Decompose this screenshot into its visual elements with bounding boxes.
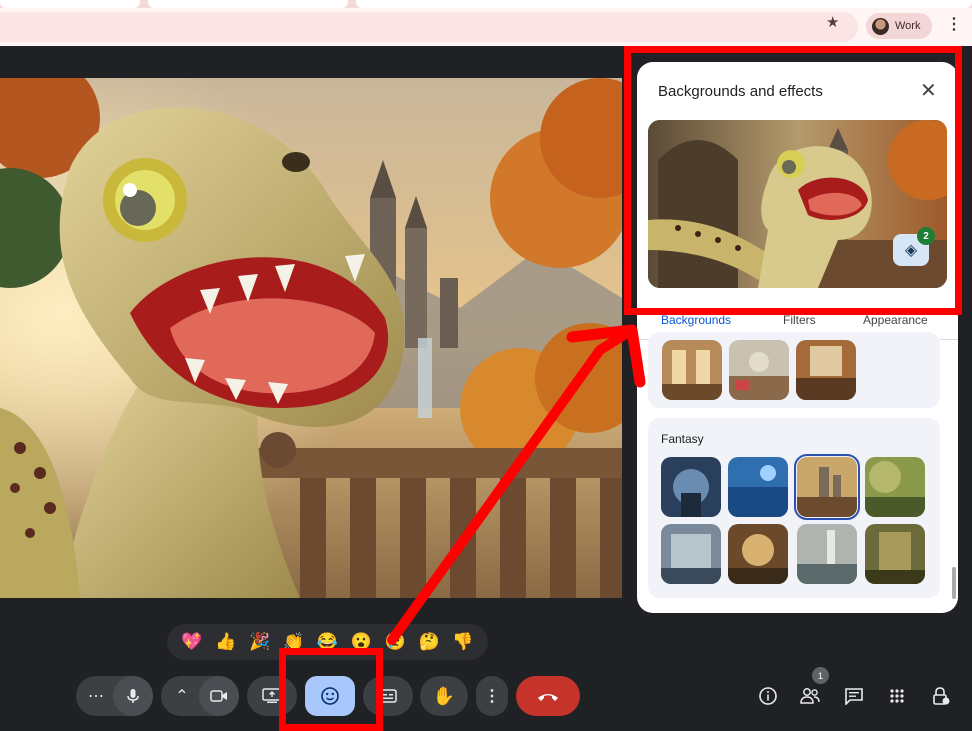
annotation-arrow — [387, 324, 646, 645]
